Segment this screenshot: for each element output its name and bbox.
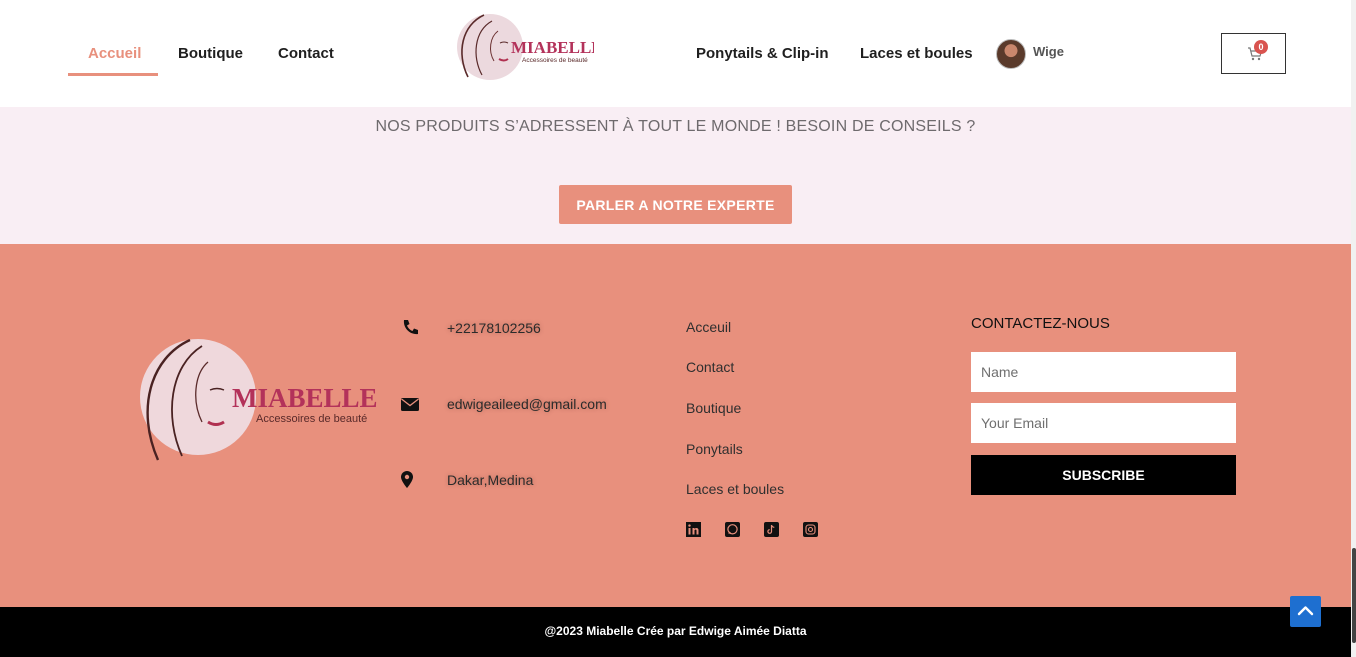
email-field[interactable] [971, 403, 1236, 443]
footer-link-ponytails[interactable]: Ponytails [686, 441, 743, 457]
cart-count-badge: 0 [1254, 40, 1268, 54]
map-pin-icon [401, 471, 413, 488]
linkedin-icon[interactable] [686, 522, 701, 537]
advice-text: NOS PRODUITS S’ADRESSENT À TOUT LE MONDE… [375, 118, 976, 135]
footer-logo-tagline: Accessoires de beauté [256, 413, 367, 425]
nav-laces[interactable]: Laces et boules [860, 45, 973, 62]
contact-phone-text: +22178102256 [447, 320, 541, 336]
name-field[interactable] [971, 352, 1236, 392]
contact-email-text: edwigeaileed@gmail.com [447, 396, 607, 412]
envelope-icon [401, 398, 419, 411]
phone-icon [403, 320, 418, 335]
advice-band: NOS PRODUITS S’ADRESSENT À TOUT LE MONDE… [0, 107, 1351, 244]
header-logo[interactable]: MIABELLE Accessoires de beauté [454, 11, 603, 83]
footer-link-acceuil[interactable]: Acceuil [686, 319, 731, 335]
page: Accueil Boutique Contact MIABELLE Access… [0, 0, 1356, 657]
instagram-icon[interactable] [803, 522, 818, 537]
site-header: Accueil Boutique Contact MIABELLE Access… [0, 0, 1351, 107]
footer-logo-brand: MIABELLE [232, 383, 378, 413]
footer-link-contact[interactable]: Contact [686, 359, 734, 375]
nav-boutique[interactable]: Boutique [178, 45, 243, 62]
cart-button[interactable]: 0 [1221, 33, 1286, 74]
logo-tagline-text: Accessoires de beauté [522, 57, 588, 64]
user-name[interactable]: Wige [1033, 44, 1064, 59]
nav-active-underline [68, 73, 158, 76]
avatar[interactable] [996, 39, 1026, 69]
logo-face-graphic: MIABELLE Accessoires de beauté [457, 14, 603, 80]
copyright-text: @2023 Miabelle Crée par Edwige Aimée Dia… [544, 624, 807, 638]
footer-logo-graphic: MIABELLE Accessoires de beauté [140, 338, 378, 461]
chevron-up-icon [1297, 606, 1314, 616]
footer-link-boutique[interactable]: Boutique [686, 400, 741, 416]
footer-logo: MIABELLE Accessoires de beauté [128, 332, 378, 467]
subscribe-button[interactable]: SUBSCRIBE [971, 455, 1236, 495]
contact-address-text: Dakar,Medina [447, 472, 534, 488]
nav-contact[interactable]: Contact [278, 45, 334, 62]
page-scrollbar-thumb[interactable] [1352, 548, 1356, 643]
logo-brand-text: MIABELLE [511, 38, 594, 57]
contact-form-title: CONTACTEZ-NOUS [971, 315, 1110, 332]
nav-ponytails[interactable]: Ponytails & Clip-in [696, 45, 829, 62]
scroll-to-top-button[interactable] [1290, 596, 1321, 627]
whatsapp-icon[interactable] [725, 522, 740, 537]
footer-link-laces[interactable]: Laces et boules [686, 481, 784, 497]
copyright-bar: @2023 Miabelle Crée par Edwige Aimée Dia… [0, 607, 1351, 657]
site-footer: MIABELLE Accessoires de beauté +22178102… [0, 244, 1351, 607]
nav-accueil[interactable]: Accueil [88, 45, 141, 62]
tiktok-icon[interactable] [764, 522, 779, 537]
talk-to-expert-button[interactable]: PARLER A NOTRE EXPERTE [559, 185, 792, 224]
